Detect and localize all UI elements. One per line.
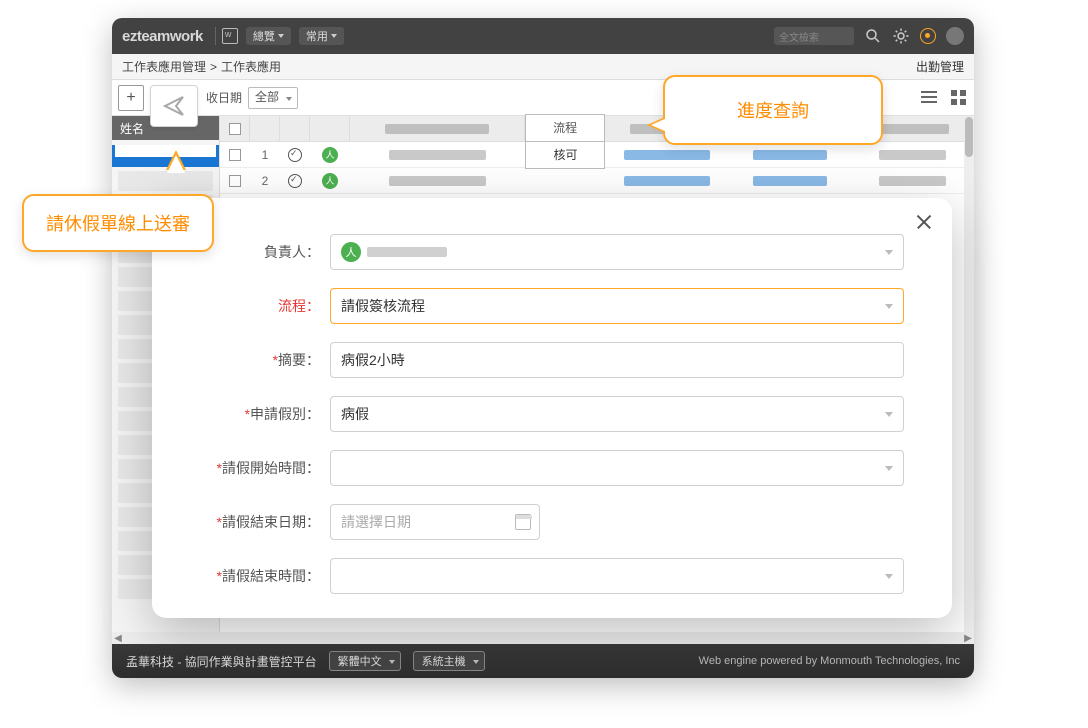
breadcrumb-sep: >: [210, 60, 217, 74]
menu-common[interactable]: 常用: [299, 27, 344, 45]
grid-view-icon[interactable]: [950, 89, 968, 107]
attendance-button[interactable]: 出勤管理: [916, 58, 964, 75]
start-time-label: *請假開始時間：: [200, 458, 330, 478]
user-avatar-icon[interactable]: [946, 27, 964, 45]
status-icon: [288, 148, 302, 162]
search-icon[interactable]: [864, 27, 882, 45]
start-time-select[interactable]: [330, 450, 904, 486]
end-time-select[interactable]: [330, 558, 904, 594]
scroll-left-icon[interactable]: ◀: [112, 633, 124, 644]
table-row[interactable]: 1 人 核可: [220, 142, 974, 168]
user-avatar-icon: 人: [341, 242, 361, 262]
app-logo: ezteamwork: [122, 28, 203, 45]
chevron-down-icon: [331, 34, 337, 38]
approve-label: 核可: [553, 146, 577, 163]
owner-label: 負責人：: [200, 242, 330, 262]
sidebar-item[interactable]: [118, 171, 213, 191]
user-avatar-icon: 人: [322, 173, 338, 189]
end-date-input[interactable]: 請選擇日期: [330, 504, 540, 540]
leave-form-dialog: 負責人： 人 流程： 請假簽核流程 *摘要： 病假2小時: [152, 198, 952, 618]
breadcrumb-current: 工作表應用: [221, 58, 281, 75]
horizontal-scrollbar[interactable]: ◀ ▶: [112, 632, 974, 644]
row-number: 1: [250, 148, 280, 162]
chevron-down-icon: [885, 250, 893, 255]
row-checkbox[interactable]: [229, 175, 241, 187]
host-value: 系統主機: [422, 653, 466, 669]
search-input[interactable]: 全文檢索: [774, 27, 854, 45]
approve-dropdown[interactable]: 核可: [525, 141, 605, 169]
close-button[interactable]: [914, 212, 934, 232]
footer-credit: Web engine powered by Monmouth Technolog…: [699, 655, 960, 667]
chevron-down-icon: [885, 466, 893, 471]
scroll-right-icon[interactable]: ▶: [962, 633, 974, 644]
search-placeholder: 全文檢索: [779, 29, 819, 44]
callout-send: 請休假單線上送審: [22, 194, 214, 252]
calendar-icon: [515, 514, 531, 530]
divider: [215, 27, 216, 45]
chevron-down-icon: [278, 34, 284, 38]
summary-value: 病假2小時: [341, 350, 405, 370]
process-label: 流程：: [200, 296, 330, 316]
date-filter-select[interactable]: 全部: [248, 87, 298, 109]
send-icon: [162, 94, 186, 118]
row-checkbox[interactable]: [229, 149, 241, 161]
vertical-scrollbar[interactable]: [964, 116, 974, 644]
end-time-label: *請假結束時間：: [200, 566, 330, 586]
leave-type-value: 病假: [341, 404, 369, 424]
chevron-down-icon: [885, 304, 893, 309]
date-filter-value: 全部: [255, 90, 279, 104]
gear-icon[interactable]: [892, 27, 910, 45]
status-icon: [288, 174, 302, 188]
chevron-down-icon: [885, 574, 893, 579]
callout-progress-text: 進度查詢: [737, 101, 809, 121]
document-icon[interactable]: [222, 28, 238, 44]
chevron-down-icon: [473, 660, 479, 664]
row-number: 2: [250, 174, 280, 188]
owner-name-placeholder: [367, 247, 447, 257]
footer: 孟華科技 - 協同作業與計畫管控平台 繁體中文 系統主機 Web engine …: [112, 644, 974, 678]
callout-send-text: 請休假單線上送審: [46, 214, 190, 234]
select-all-checkbox[interactable]: [229, 123, 241, 135]
table-row[interactable]: 2 人: [220, 168, 974, 194]
breadcrumb-parent[interactable]: 工作表應用管理: [122, 58, 206, 75]
chevron-down-icon: [286, 97, 292, 101]
summary-input[interactable]: 病假2小時: [330, 342, 904, 378]
callout-progress: 進度查詢: [663, 75, 883, 145]
leave-type-select[interactable]: 病假: [330, 396, 904, 432]
language-select[interactable]: 繁體中文: [329, 651, 401, 671]
leave-type-label: *申請假別：: [200, 404, 330, 424]
host-select[interactable]: 系統主機: [413, 651, 485, 671]
footer-company: 孟華科技 - 協同作業與計畫管控平台: [126, 653, 317, 670]
app-header: ezteamwork 總覽 常用 全文檢索: [112, 18, 974, 54]
list-view-icon[interactable]: [920, 89, 938, 107]
date-filter-label: 收日期: [206, 89, 242, 106]
end-date-placeholder: 請選擇日期: [341, 512, 411, 532]
send-button[interactable]: [150, 85, 198, 127]
add-button[interactable]: +: [118, 85, 144, 111]
summary-label: *摘要：: [200, 350, 330, 370]
user-avatar-icon: 人: [322, 147, 338, 163]
column-process[interactable]: 流程: [525, 114, 605, 142]
chevron-down-icon: [389, 660, 395, 664]
process-select[interactable]: 請假簽核流程: [330, 288, 904, 324]
menu-overview-label: 總覽: [253, 28, 275, 44]
process-value: 請假簽核流程: [341, 296, 425, 316]
menu-overview[interactable]: 總覽: [246, 27, 291, 45]
language-value: 繁體中文: [338, 653, 382, 669]
chevron-down-icon: [885, 412, 893, 417]
notification-icon[interactable]: [920, 28, 936, 44]
menu-common-label: 常用: [306, 28, 328, 44]
owner-field[interactable]: 人: [330, 234, 904, 270]
end-date-label: *請假結束日期：: [200, 512, 330, 532]
